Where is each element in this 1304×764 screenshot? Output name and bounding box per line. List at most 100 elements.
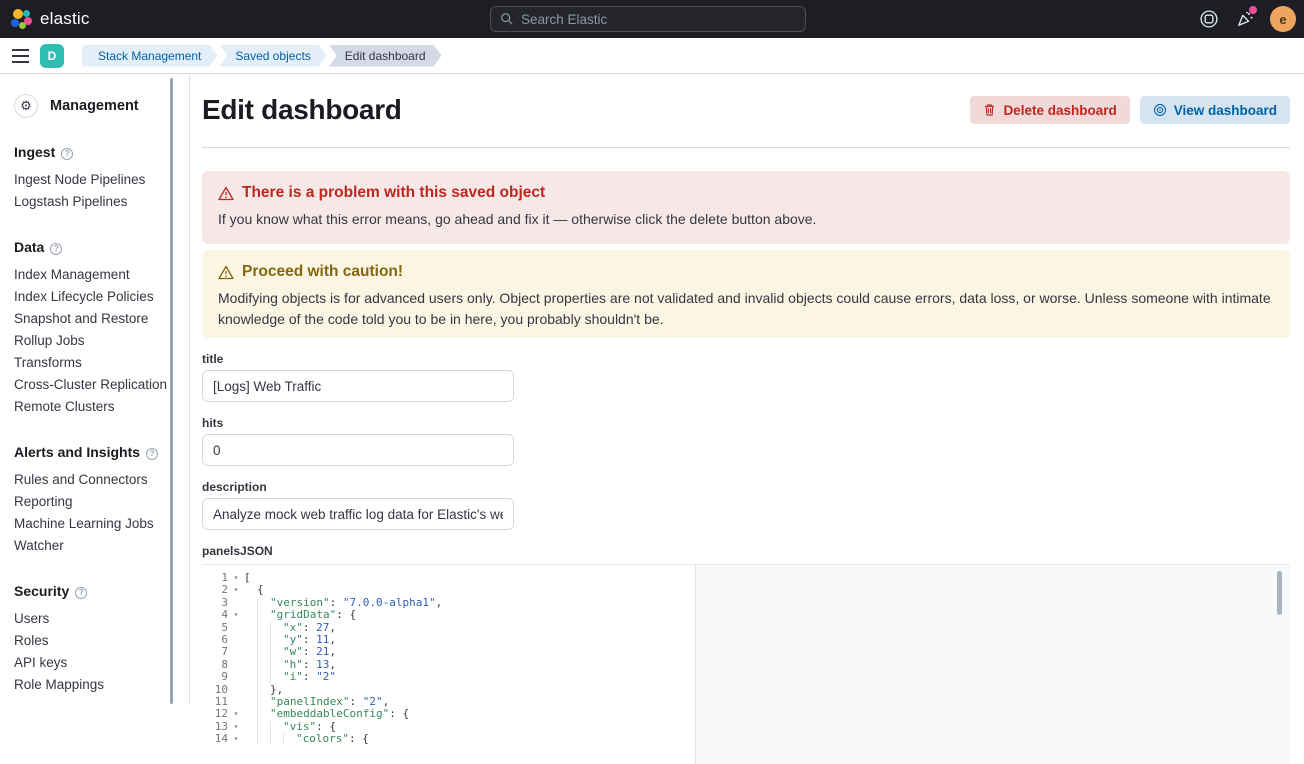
inspect-eye-icon bbox=[1153, 103, 1167, 117]
sidebar-section-security: Security? UsersRolesAPI keysRole Mappings bbox=[14, 583, 175, 696]
sidebar-item-snapshot-and-restore[interactable]: Snapshot and Restore bbox=[14, 308, 175, 330]
line-number: 7 bbox=[202, 646, 228, 658]
line-number: 2 bbox=[202, 584, 228, 596]
search-input[interactable] bbox=[521, 12, 796, 27]
top-bar: elastic e bbox=[0, 0, 1304, 38]
error-callout-body: If you know what this error means, go ah… bbox=[218, 209, 1274, 230]
code-line: 12▾"embeddableConfig": { bbox=[202, 708, 1290, 720]
sidebar-item-ingest-node-pipelines[interactable]: Ingest Node Pipelines bbox=[14, 169, 175, 191]
section-title-data: Data? bbox=[14, 239, 175, 255]
help-icon[interactable]: ? bbox=[146, 448, 158, 460]
sidebar-item-rollup-jobs[interactable]: Rollup Jobs bbox=[14, 330, 175, 352]
code-text: "colors": { bbox=[244, 733, 369, 745]
panelsjson-field-label: panelsJSON bbox=[202, 544, 1290, 558]
search-icon bbox=[500, 12, 514, 26]
user-avatar[interactable]: e bbox=[1270, 6, 1296, 32]
code-line: 8▾"h": 13, bbox=[202, 659, 1290, 671]
sidebar-item-logstash-pipelines[interactable]: Logstash Pipelines bbox=[14, 191, 175, 213]
code-line: 7▾"w": 21, bbox=[202, 646, 1290, 658]
elastic-logo[interactable]: elastic bbox=[0, 8, 200, 30]
sidebar-scrollbar[interactable] bbox=[170, 78, 173, 704]
code-line: 1▾[ bbox=[202, 572, 1290, 584]
breadcrumb-edit-dashboard: Edit dashboard bbox=[329, 45, 442, 67]
global-search[interactable] bbox=[490, 6, 806, 32]
title-field[interactable] bbox=[202, 370, 514, 402]
line-number: 13 bbox=[202, 721, 228, 733]
sidebar-section-alerts-and-insights: Alerts and Insights? Rules and Connectors… bbox=[14, 444, 175, 557]
fold-arrow-icon[interactable]: ▾ bbox=[228, 609, 244, 621]
elastic-logo-icon bbox=[10, 8, 32, 30]
gear-icon: ⚙ bbox=[14, 94, 38, 118]
space-avatar[interactable]: D bbox=[40, 44, 64, 68]
code-line: 3▾"version": "7.0.0-alpha1", bbox=[202, 597, 1290, 609]
sidebar-item-machine-learning-jobs[interactable]: Machine Learning Jobs bbox=[14, 513, 175, 535]
breadcrumb: Stack Management Saved objects Edit dash… bbox=[80, 45, 442, 67]
sidebar-item-index-management[interactable]: Index Management bbox=[14, 264, 175, 286]
sidebar-header: ⚙ Management bbox=[14, 94, 175, 118]
code-text: "i": "2" bbox=[244, 671, 336, 683]
menu-icon[interactable] bbox=[0, 49, 40, 63]
sidebar-item-roles[interactable]: Roles bbox=[14, 630, 175, 652]
notification-dot bbox=[1249, 6, 1257, 14]
view-dashboard-label: View dashboard bbox=[1174, 103, 1277, 118]
line-number: 4 bbox=[202, 609, 228, 621]
help-icon[interactable]: ? bbox=[50, 243, 62, 255]
fold-arrow-icon[interactable]: ▾ bbox=[228, 721, 244, 733]
warning-icon bbox=[218, 186, 234, 201]
code-text: [ bbox=[244, 572, 251, 584]
sidebar-item-reporting[interactable]: Reporting bbox=[14, 491, 175, 513]
title-field-label: title bbox=[202, 352, 1290, 366]
error-callout-title: There is a problem with this saved objec… bbox=[242, 183, 545, 203]
section-title-alerts-and-insights: Alerts and Insights? bbox=[14, 444, 175, 460]
sidebar-item-cross-cluster-replication[interactable]: Cross-Cluster Replication bbox=[14, 374, 175, 396]
header-divider bbox=[202, 147, 1290, 148]
sidebar-item-index-lifecycle-policies[interactable]: Index Lifecycle Policies bbox=[14, 286, 175, 308]
sidebar-item-role-mappings[interactable]: Role Mappings bbox=[14, 674, 175, 696]
fold-arrow-icon[interactable]: ▾ bbox=[228, 733, 244, 745]
caution-callout-title: Proceed with caution! bbox=[242, 262, 403, 282]
sidebar-item-watcher[interactable]: Watcher bbox=[14, 535, 175, 557]
editor-lines: 1▾[2▾{3▾"version": "7.0.0-alpha1",4▾"gri… bbox=[202, 565, 1290, 745]
description-field[interactable] bbox=[202, 498, 514, 530]
newsfeed-cheer-icon[interactable] bbox=[1234, 8, 1256, 30]
sidebar-title: Management bbox=[50, 98, 139, 114]
code-line: 9▾"i": "2" bbox=[202, 671, 1290, 683]
line-number: 12 bbox=[202, 708, 228, 720]
sidebar-item-api-keys[interactable]: API keys bbox=[14, 652, 175, 674]
breadcrumb-saved-objects[interactable]: Saved objects bbox=[219, 45, 326, 67]
sidebar-item-rules-and-connectors[interactable]: Rules and Connectors bbox=[14, 469, 175, 491]
logo-text: elastic bbox=[40, 9, 90, 29]
line-number: 11 bbox=[202, 696, 228, 708]
breadcrumb-stack-management[interactable]: Stack Management bbox=[82, 45, 217, 67]
fold-arrow-icon[interactable]: ▾ bbox=[228, 708, 244, 720]
deployment-icon[interactable] bbox=[1198, 8, 1220, 30]
error-callout: There is a problem with this saved objec… bbox=[202, 171, 1290, 244]
trash-icon bbox=[983, 103, 996, 117]
line-number: 14 bbox=[202, 733, 228, 745]
caution-callout-body: Modifying objects is for advanced users … bbox=[218, 288, 1274, 330]
delete-dashboard-button[interactable]: Delete dashboard bbox=[970, 96, 1129, 124]
sidebar-sections: Ingest? Ingest Node PipelinesLogstash Pip… bbox=[14, 144, 175, 696]
main-content: Edit dashboard Delete dashboard View das… bbox=[190, 74, 1304, 704]
help-icon[interactable]: ? bbox=[75, 587, 87, 599]
help-icon[interactable]: ? bbox=[61, 148, 73, 160]
fold-arrow-icon[interactable]: ▾ bbox=[228, 572, 244, 584]
page-title: Edit dashboard bbox=[202, 94, 402, 126]
view-dashboard-button[interactable]: View dashboard bbox=[1140, 96, 1290, 124]
sidebar-section-ingest: Ingest? Ingest Node PipelinesLogstash Pip… bbox=[14, 144, 175, 213]
warning-icon bbox=[218, 265, 234, 280]
sidebar-item-remote-clusters[interactable]: Remote Clusters bbox=[14, 396, 175, 418]
sidebar-item-transforms[interactable]: Transforms bbox=[14, 352, 175, 374]
fold-arrow-icon[interactable]: ▾ bbox=[228, 584, 244, 596]
management-sidebar: ⚙ Management Ingest? Ingest Node Pipeline… bbox=[0, 74, 190, 704]
hits-field-label: hits bbox=[202, 416, 1290, 430]
code-editor[interactable]: 1▾[2▾{3▾"version": "7.0.0-alpha1",4▾"gri… bbox=[202, 564, 1290, 764]
section-title-ingest: Ingest? bbox=[14, 144, 175, 160]
sidebar-item-users[interactable]: Users bbox=[14, 608, 175, 630]
breadcrumb-bar: D Stack Management Saved objects Edit da… bbox=[0, 38, 1304, 74]
section-title-security: Security? bbox=[14, 583, 175, 599]
editor-scrollbar[interactable] bbox=[1277, 571, 1282, 615]
delete-dashboard-label: Delete dashboard bbox=[1003, 103, 1116, 118]
hits-field[interactable] bbox=[202, 434, 514, 466]
code-line: 4▾"gridData": { bbox=[202, 609, 1290, 621]
